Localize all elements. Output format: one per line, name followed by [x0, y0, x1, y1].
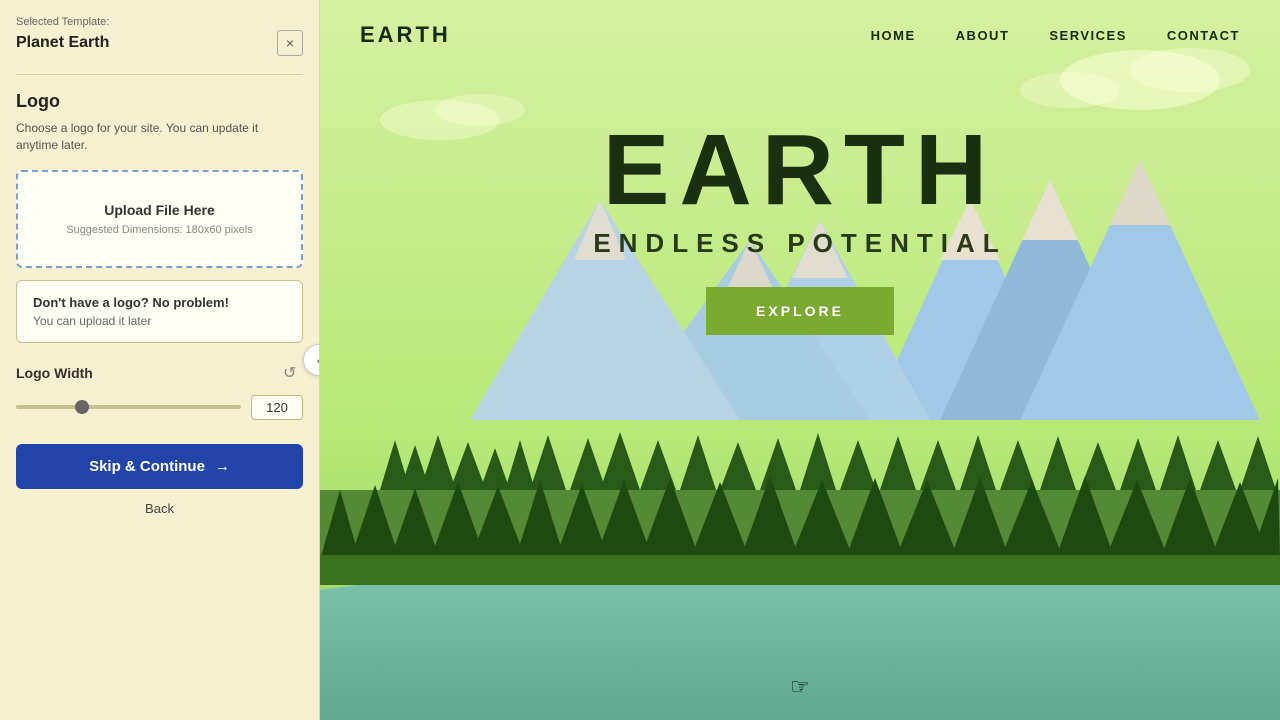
reset-icon[interactable]: ↺: [283, 363, 303, 383]
no-logo-box: Don't have a logo? No problem! You can u…: [16, 280, 303, 343]
landscape-illustration: [320, 0, 1280, 720]
selected-template-row: Planet Earth ×: [16, 30, 303, 56]
back-link[interactable]: Back: [16, 501, 303, 516]
selected-template-label: Selected Template:: [16, 16, 303, 28]
logo-width-row: Logo Width ↺: [16, 363, 303, 383]
logo-section-title: Logo: [16, 91, 303, 112]
hero-title: EARTH: [603, 120, 997, 220]
no-logo-subtitle: You can upload it later: [33, 314, 286, 328]
explore-button[interactable]: EXPLORE: [706, 287, 894, 335]
upload-box-subtitle: Suggested Dimensions: 180x60 pixels: [34, 224, 285, 236]
logo-width-input[interactable]: [251, 395, 303, 420]
close-button[interactable]: ×: [277, 30, 303, 56]
left-panel: Selected Template: Planet Earth × Logo C…: [0, 0, 320, 720]
nav-link-contact[interactable]: CONTACT: [1167, 28, 1240, 43]
preview-nav-logo: EARTH: [360, 22, 451, 48]
hero-subtitle: ENDLESS POTENTIAL: [593, 228, 1006, 259]
upload-file-box[interactable]: Upload File Here Suggested Dimensions: 1…: [16, 170, 303, 268]
upload-box-title: Upload File Here: [34, 202, 285, 218]
nav-link-home[interactable]: HOME: [871, 28, 916, 43]
preview-nav-links: HOME ABOUT SERVICES CONTACT: [871, 28, 1240, 43]
logo-section-description: Choose a logo for your site. You can upd…: [16, 120, 303, 154]
preview-panel: EARTH HOME ABOUT SERVICES CONTACT EARTH …: [320, 0, 1280, 720]
preview-navbar: EARTH HOME ABOUT SERVICES CONTACT: [320, 0, 1280, 70]
divider-1: [16, 74, 303, 75]
skip-continue-button[interactable]: Skip & Continue →: [16, 444, 303, 489]
logo-width-slider[interactable]: [16, 405, 241, 409]
nav-link-services[interactable]: SERVICES: [1049, 28, 1127, 43]
slider-row: [16, 395, 303, 420]
collapse-panel-button[interactable]: ‹: [303, 344, 320, 376]
logo-width-label: Logo Width: [16, 365, 93, 381]
arrow-icon: →: [215, 458, 230, 475]
no-logo-title: Don't have a logo? No problem!: [33, 295, 286, 310]
selected-template-name: Planet Earth: [16, 34, 109, 52]
hero-content: EARTH ENDLESS POTENTIAL EXPLORE: [320, 120, 1280, 335]
nav-link-about[interactable]: ABOUT: [956, 28, 1010, 43]
cursor-indicator: ☞: [790, 674, 810, 700]
